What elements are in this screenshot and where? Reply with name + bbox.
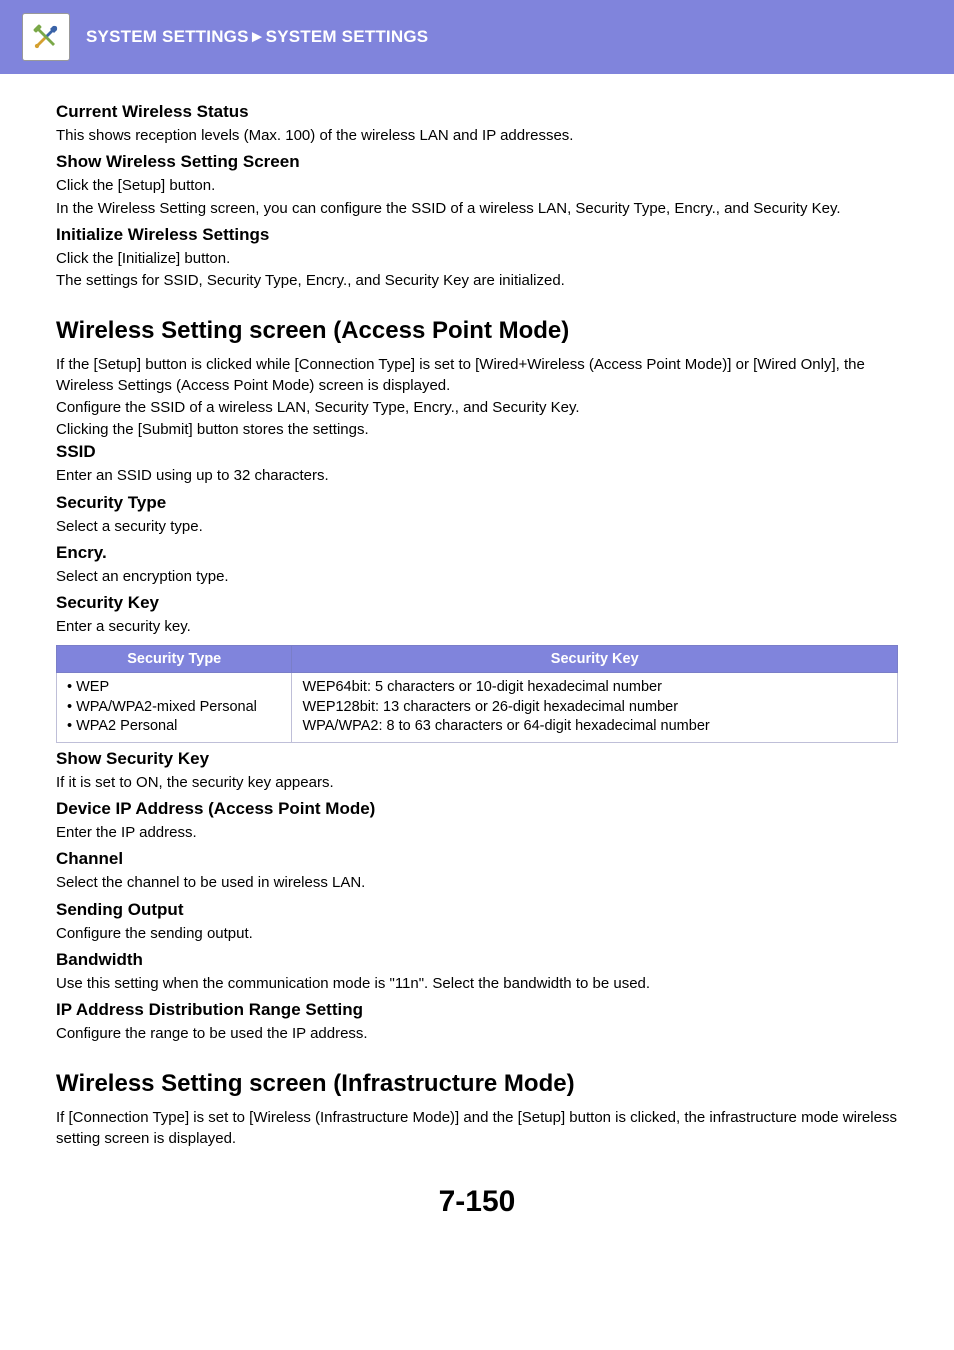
body-text: Enter the IP address.	[56, 823, 898, 843]
table-cell-line: WEP128bit: 13 characters or 26-digit hex…	[302, 698, 887, 718]
body-text: Configure the sending output.	[56, 924, 898, 944]
tools-icon	[22, 13, 70, 61]
heading-show-security-key: Show Security Key	[56, 749, 898, 769]
body-text: In the Wireless Setting screen, you can …	[56, 199, 898, 219]
section-sending-output: Sending Output Configure the sending out…	[56, 900, 898, 944]
heading-wireless-setting-ap-mode: Wireless Setting screen (Access Point Mo…	[56, 317, 898, 345]
heading-sending-output: Sending Output	[56, 900, 898, 920]
heading-bandwidth: Bandwidth	[56, 950, 898, 970]
body-text: If it is set to ON, the security key app…	[56, 773, 898, 793]
tools-icon-svg	[29, 20, 63, 54]
heading-ssid: SSID	[56, 442, 898, 462]
section-bandwidth: Bandwidth Use this setting when the comm…	[56, 950, 898, 994]
heading-wireless-setting-infra-mode: Wireless Setting screen (Infrastructure …	[56, 1070, 898, 1098]
breadcrumb: SYSTEM SETTINGS►SYSTEM SETTINGS	[86, 27, 428, 47]
table-cell-line: • WPA/WPA2-mixed Personal	[67, 698, 281, 718]
body-text: If the [Setup] button is clicked while […	[56, 355, 898, 396]
table-header-security-type: Security Type	[57, 646, 292, 673]
heading-security-type: Security Type	[56, 493, 898, 513]
heading-device-ip-address: Device IP Address (Access Point Mode)	[56, 799, 898, 819]
section-channel: Channel Select the channel to be used in…	[56, 849, 898, 893]
heading-current-wireless-status: Current Wireless Status	[56, 102, 898, 122]
heading-initialize-wireless-settings: Initialize Wireless Settings	[56, 225, 898, 245]
section-security-type: Security Type Select a security type.	[56, 493, 898, 537]
body-text: Click the [Initialize] button.	[56, 249, 898, 269]
heading-encry: Encry.	[56, 543, 898, 563]
body-text: Select a security type.	[56, 517, 898, 537]
security-table: Security Type Security Key • WEP • WPA/W…	[56, 645, 898, 743]
table-cell-line: • WPA2 Personal	[67, 717, 281, 737]
heading-security-key: Security Key	[56, 593, 898, 613]
header-bar: SYSTEM SETTINGS►SYSTEM SETTINGS	[0, 0, 954, 74]
section-security-key: Security Key Enter a security key.	[56, 593, 898, 637]
body-text: Click the [Setup] button.	[56, 176, 898, 196]
heading-channel: Channel	[56, 849, 898, 869]
table-cell-types: • WEP • WPA/WPA2-mixed Personal • WPA2 P…	[57, 673, 292, 743]
table-cell-line: • WEP	[67, 678, 281, 698]
section-encry: Encry. Select an encryption type.	[56, 543, 898, 587]
body-text: Enter an SSID using up to 32 characters.	[56, 466, 898, 486]
section-initialize-wireless-settings: Initialize Wireless Settings Click the […	[56, 225, 898, 292]
page-number: 7-150	[56, 1185, 898, 1219]
section-current-wireless-status: Current Wireless Status This shows recep…	[56, 102, 898, 146]
content-area: Current Wireless Status This shows recep…	[0, 74, 954, 1263]
body-text: Clicking the [Submit] button stores the …	[56, 420, 898, 440]
table-header-security-key: Security Key	[292, 646, 898, 673]
section-ssid: SSID Enter an SSID using up to 32 charac…	[56, 442, 898, 486]
heading-ip-distribution: IP Address Distribution Range Setting	[56, 1000, 898, 1020]
body-text: Enter a security key.	[56, 617, 898, 637]
body-text: This shows reception levels (Max. 100) o…	[56, 126, 898, 146]
table-cell-line: WEP64bit: 5 characters or 10-digit hexad…	[302, 678, 887, 698]
section-ip-distribution: IP Address Distribution Range Setting Co…	[56, 1000, 898, 1044]
body-text: Use this setting when the communication …	[56, 974, 898, 994]
table-row: • WEP • WPA/WPA2-mixed Personal • WPA2 P…	[57, 673, 898, 743]
table-header-row: Security Type Security Key	[57, 646, 898, 673]
body-text: The settings for SSID, Security Type, En…	[56, 271, 898, 291]
body-text: If [Connection Type] is set to [Wireless…	[56, 1108, 898, 1149]
heading-show-wireless-setting-screen: Show Wireless Setting Screen	[56, 152, 898, 172]
table-cell-keys: WEP64bit: 5 characters or 10-digit hexad…	[292, 673, 898, 743]
section-show-security-key: Show Security Key If it is set to ON, th…	[56, 749, 898, 793]
table-cell-line: WPA/WPA2: 8 to 63 characters or 64-digit…	[302, 717, 887, 737]
body-text: Select the channel to be used in wireles…	[56, 873, 898, 893]
section-device-ip-address: Device IP Address (Access Point Mode) En…	[56, 799, 898, 843]
section-show-wireless-setting-screen: Show Wireless Setting Screen Click the […	[56, 152, 898, 219]
body-text: Configure the range to be used the IP ad…	[56, 1024, 898, 1044]
body-text: Configure the SSID of a wireless LAN, Se…	[56, 398, 898, 418]
body-text: Select an encryption type.	[56, 567, 898, 587]
